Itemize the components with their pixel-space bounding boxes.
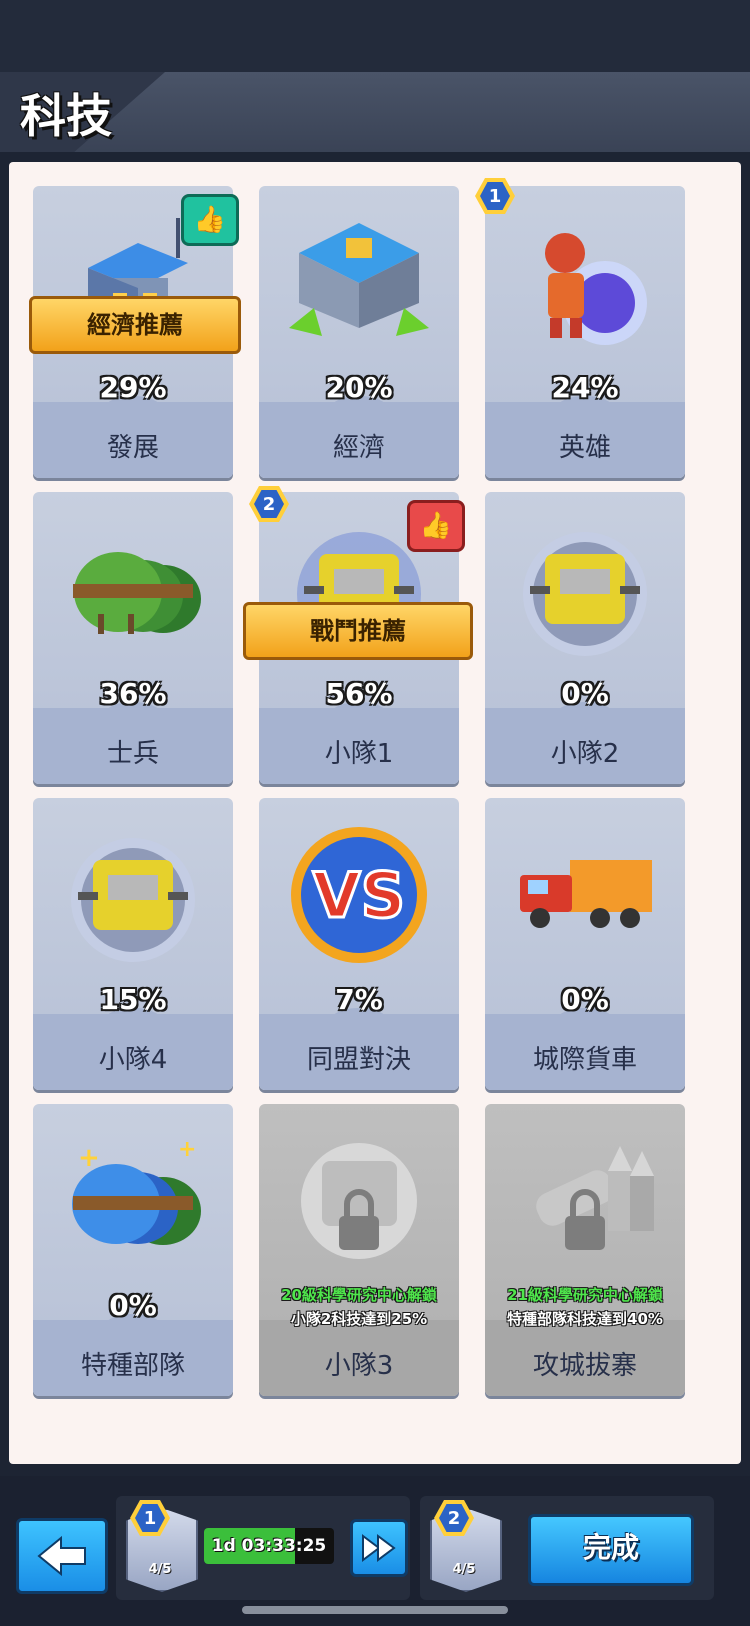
tech-name: 發展 xyxy=(106,433,159,463)
tech-name: 士兵 xyxy=(106,739,159,769)
helmet-icon xyxy=(73,552,201,634)
thumbs-up-icon: 👍 xyxy=(181,194,239,246)
back-arrow-icon xyxy=(37,1535,86,1577)
tech-name: 小隊3 xyxy=(324,1351,394,1381)
unlock-requirement-level: 21級科學研究中心解鎖 xyxy=(507,1286,663,1304)
back-button[interactable] xyxy=(16,1518,108,1594)
unlock-requirement-tech: 特種部隊科技達到40% xyxy=(507,1310,663,1328)
tech-name: 同盟對決 xyxy=(306,1045,411,1075)
fast-forward-icon xyxy=(362,1534,396,1562)
svg-text:VS: VS xyxy=(313,859,406,932)
queue-1-count: 4/5 xyxy=(148,1562,172,1577)
home-indicator xyxy=(242,1606,508,1614)
progress-percent: 24% xyxy=(551,371,619,404)
tech-card-soldier[interactable]: 36% 士兵 xyxy=(33,492,233,784)
locked-shells-icon xyxy=(536,1146,654,1250)
svg-text:+: + xyxy=(178,1137,196,1162)
tech-card-intercity-truck[interactable]: 0% 城際貨車 xyxy=(485,798,685,1090)
thumbs-up-icon: 👍 xyxy=(407,500,465,552)
timer-text: 1d 03:33:25 xyxy=(211,1536,327,1556)
progress-percent: 29% xyxy=(99,371,167,404)
locked-tank-icon xyxy=(301,1143,417,1259)
progress-percent: 0% xyxy=(561,677,609,710)
progress-percent: 20% xyxy=(325,371,393,404)
lock-icon xyxy=(565,1216,605,1250)
combat-recommend-ribbon: 戰鬥推薦 xyxy=(243,602,473,660)
progress-percent: 0% xyxy=(561,983,609,1016)
vs-icon: VS xyxy=(291,827,427,963)
tech-card-economy[interactable]: 20% 經濟 xyxy=(259,186,459,478)
queue-2-count: 4/5 xyxy=(452,1562,476,1577)
tech-card-squad4[interactable]: 15% 小隊4 xyxy=(33,798,233,1090)
progress-percent: 0% xyxy=(109,1289,157,1322)
research-timer: 1d 03:33:25 xyxy=(204,1528,334,1564)
tech-panel: 29% 發展 👍 經濟推薦 20% 經濟 24% 英雄 1 36% 士兵 56%… xyxy=(9,162,741,1464)
tech-name: 城際貨車 xyxy=(532,1045,637,1075)
progress-percent: 15% xyxy=(99,983,167,1016)
tech-name: 經濟 xyxy=(332,433,385,463)
economy-building-icon xyxy=(289,223,429,336)
tech-name: 攻城拔寨 xyxy=(532,1351,637,1381)
tech-card-siege-locked[interactable]: 21級科學研究中心解鎖 特種部隊科技達到40% 攻城拔寨 xyxy=(485,1104,685,1396)
hero-icon xyxy=(545,233,647,345)
lock-icon xyxy=(339,1216,379,1250)
svg-text:+: + xyxy=(78,1143,100,1173)
economy-recommend-ribbon: 經濟推薦 xyxy=(29,296,241,354)
progress-percent: 36% xyxy=(99,677,167,710)
tech-card-squad3-locked[interactable]: 20級科學研究中心解鎖 小隊2科技達到25% 小隊3 xyxy=(259,1104,459,1396)
tech-card-squad2[interactable]: 0% 小隊2 xyxy=(485,492,685,784)
unlock-requirement-level: 20級科學研究中心解鎖 xyxy=(281,1286,437,1304)
progress-percent: 7% xyxy=(335,983,383,1016)
tech-name: 小隊2 xyxy=(550,739,620,769)
tech-name: 小隊4 xyxy=(98,1045,168,1075)
speed-up-button[interactable] xyxy=(350,1519,408,1577)
tech-name: 英雄 xyxy=(558,433,611,463)
progress-percent: 56% xyxy=(325,677,393,710)
tank-icon xyxy=(71,838,195,962)
tank-icon xyxy=(523,532,647,656)
tech-name: 小隊1 xyxy=(324,739,394,769)
tech-card-hero[interactable]: 24% 英雄 xyxy=(485,186,685,478)
page-title: 科技 xyxy=(20,89,112,143)
blue-helmet-icon: + + xyxy=(72,1137,201,1245)
done-button[interactable]: 完成 xyxy=(528,1514,694,1586)
tech-card-alliance-duel[interactable]: VS 7% 同盟對決 xyxy=(259,798,459,1090)
unlock-requirement-tech: 小隊2科技達到25% xyxy=(290,1310,428,1328)
tech-card-special-forces[interactable]: + + 0% 特種部隊 xyxy=(33,1104,233,1396)
status-bar xyxy=(0,0,750,72)
tech-name: 特種部隊 xyxy=(80,1351,185,1381)
truck-icon xyxy=(520,860,652,928)
